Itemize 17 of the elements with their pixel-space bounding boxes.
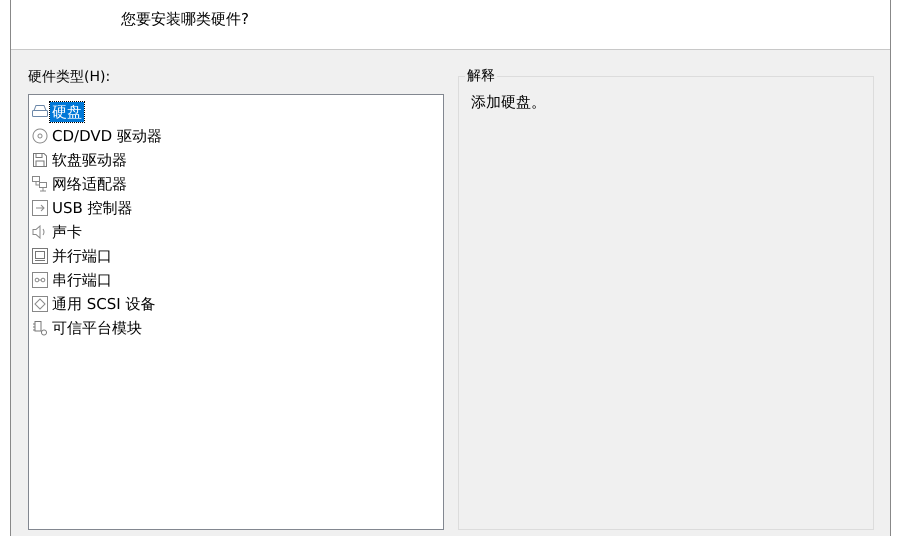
network-icon xyxy=(31,175,49,193)
list-label: 硬件类型(H): xyxy=(28,68,112,86)
hardware-item[interactable]: 可信平台模块 xyxy=(50,318,144,338)
hardware-item[interactable]: 软盘驱动器 xyxy=(50,150,129,170)
hardware-item[interactable]: 并行端口 xyxy=(50,246,114,266)
group-title: 解释 xyxy=(465,67,497,85)
hardware-item[interactable]: 网络适配器 xyxy=(50,174,129,194)
hardware-item[interactable]: 串行端口 xyxy=(50,270,114,290)
wizard-question: 您要安装哪类硬件? xyxy=(121,10,249,28)
cd-icon xyxy=(31,127,49,145)
floppy-icon xyxy=(31,151,49,169)
hardware-item[interactable]: 声卡 xyxy=(50,222,84,242)
hardware-item[interactable]: 通用 SCSI 设备 xyxy=(50,294,158,314)
hardware-item[interactable]: 硬盘 xyxy=(50,102,84,122)
hardware-item[interactable]: USB 控制器 xyxy=(50,198,135,218)
explanation-text: 添加硬盘。 xyxy=(471,93,546,111)
hardware-item[interactable]: CD/DVD 驱动器 xyxy=(50,126,164,146)
